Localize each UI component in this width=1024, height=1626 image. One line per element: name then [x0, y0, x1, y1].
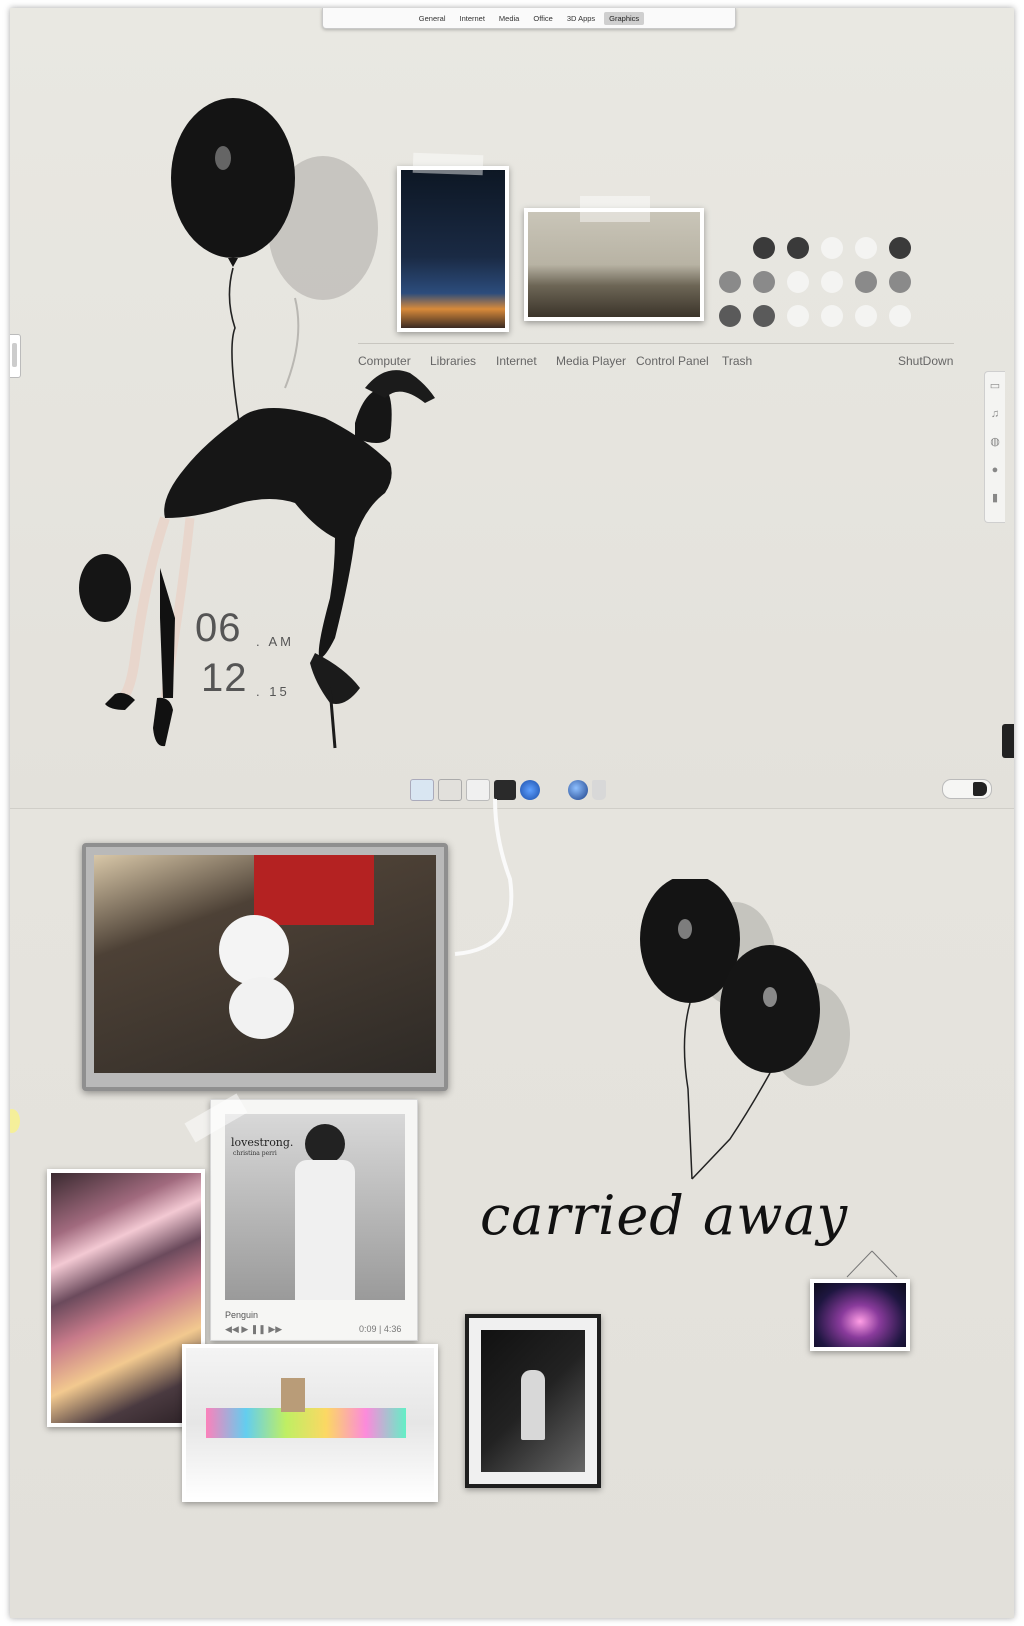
aurora-picture[interactable] — [810, 1279, 910, 1351]
cable — [454, 799, 514, 956]
tab-office[interactable]: Office — [528, 12, 557, 25]
globe-icon[interactable] — [568, 780, 588, 800]
side-indicator[interactable] — [10, 1109, 20, 1133]
track-name: Penguin — [225, 1310, 259, 1320]
tab-3d-apps[interactable]: 3D Apps — [562, 12, 600, 25]
desktop-frame: General Internet Media Office 3D Apps Gr… — [10, 8, 1014, 1618]
right-quick-bar: ▭ ♫ ◍ ● ▮ — [984, 371, 1005, 523]
launcher-libraries[interactable]: Libraries — [430, 354, 476, 368]
media-icon[interactable] — [494, 780, 516, 800]
music-player-widget: lovestrong. christina perri Penguin ◀◀ ▶… — [210, 1099, 418, 1341]
photos-icon[interactable] — [438, 779, 462, 801]
upper-desktop: General Internet Media Office 3D Apps Gr… — [10, 8, 1014, 808]
clock-ampm: . AM — [256, 634, 295, 649]
launcher-bar: Computer Libraries Internet Media Player… — [358, 343, 954, 370]
framed-dancer-photo[interactable] — [465, 1314, 601, 1488]
launcher-control-panel[interactable]: Control Panel — [636, 354, 709, 368]
paper-cranes-photo[interactable] — [182, 1344, 438, 1502]
lower-desktop: carried away lovestrong. christina perri… — [10, 799, 1014, 1618]
tab-internet[interactable]: Internet — [454, 12, 489, 25]
tape — [580, 196, 650, 222]
tape — [412, 152, 484, 176]
balloon — [171, 98, 295, 258]
tagline: carried away — [480, 1184, 849, 1247]
monitor-photo-widget[interactable] — [82, 843, 448, 1091]
toggle-switch[interactable] — [942, 779, 992, 799]
launcher-computer[interactable]: Computer — [358, 354, 411, 368]
refresh-icon[interactable] — [520, 780, 540, 800]
two-balloons-illustration — [640, 879, 850, 1180]
music-icon[interactable]: ♫ — [985, 400, 1005, 428]
pier-photo[interactable] — [524, 208, 704, 321]
skype-icon[interactable] — [410, 779, 434, 801]
chat-icon[interactable]: ● — [985, 456, 1005, 484]
launcher-internet[interactable]: Internet — [496, 354, 537, 368]
playback-controls[interactable]: ◀◀ ▶ ❚❚ ▶▶ — [225, 1324, 282, 1335]
tab-general[interactable]: General — [414, 12, 451, 25]
monitor-icon[interactable]: ▭ — [985, 372, 1005, 400]
clock-hour: 06 — [195, 606, 242, 650]
album-cover: lovestrong. christina perri — [225, 1114, 405, 1300]
album-title: lovestrong. — [231, 1136, 294, 1149]
track-time: 0:09 | 4:36 — [359, 1324, 402, 1334]
launcher-media-player[interactable]: Media Player — [556, 354, 626, 368]
trash-icon[interactable] — [592, 780, 606, 800]
trash-icon[interactable]: ▮ — [985, 484, 1005, 512]
left-side-tab[interactable] — [10, 334, 21, 378]
tab-graphics[interactable]: Graphics — [604, 11, 645, 25]
documents-icon[interactable] — [466, 779, 490, 801]
clock-seconds: . 15 — [256, 684, 290, 699]
clock-minute: 12 — [201, 656, 248, 700]
tab-media[interactable]: Media — [494, 12, 524, 25]
album-artist: christina perri — [233, 1150, 277, 1157]
shutdown-button[interactable]: ShutDown — [898, 354, 953, 368]
category-tab-bar: General Internet Media Office 3D Apps Gr… — [322, 8, 736, 29]
right-side-tab[interactable] — [1002, 724, 1014, 758]
hanging-wire — [846, 1250, 898, 1278]
globe-icon[interactable]: ◍ — [985, 428, 1005, 456]
launcher-trash[interactable]: Trash — [722, 354, 752, 368]
starry-sky-photo[interactable] — [397, 166, 509, 332]
